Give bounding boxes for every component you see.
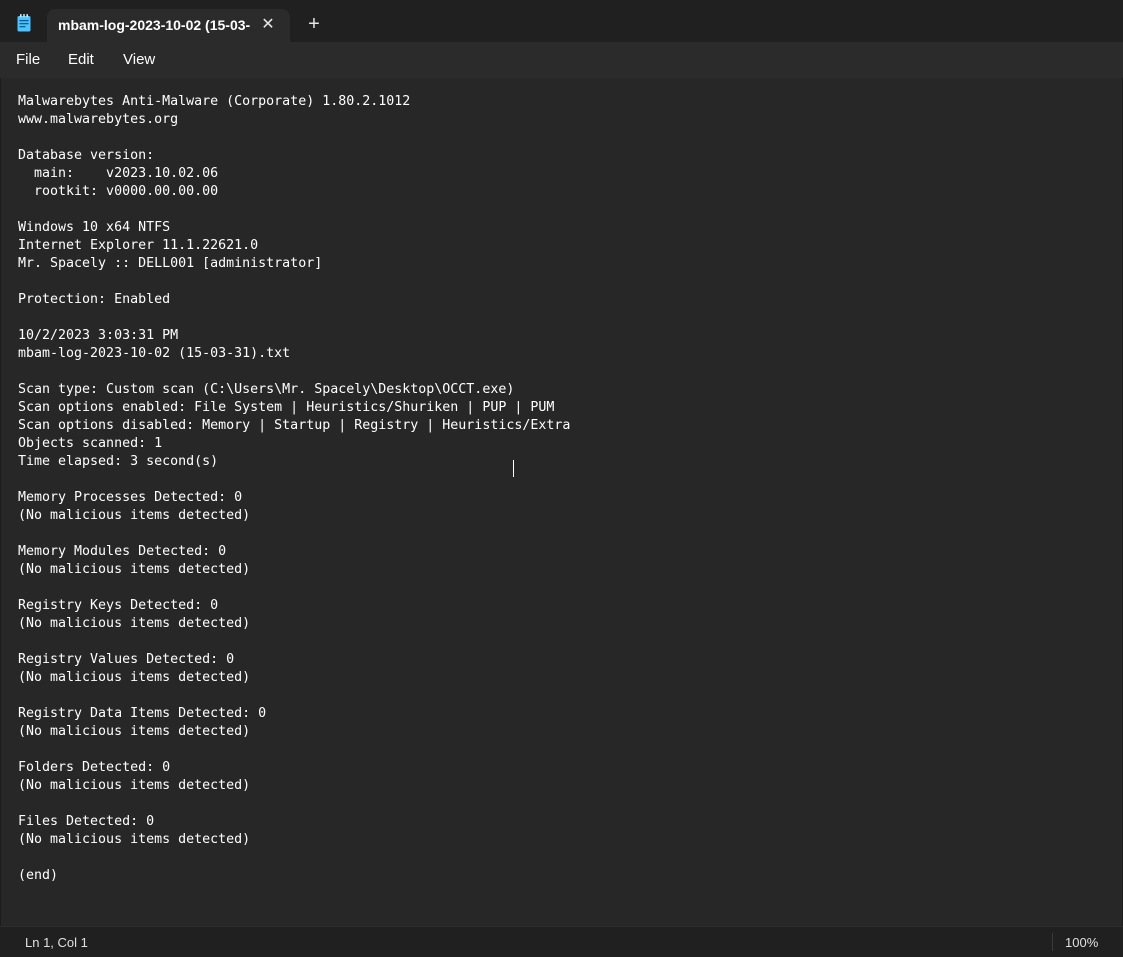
- status-bar: Ln 1, Col 1 100%: [0, 926, 1123, 957]
- text-caret: [513, 460, 514, 477]
- menu-view[interactable]: View: [123, 51, 155, 68]
- new-tab-button[interactable]: +: [304, 13, 324, 35]
- zoom-level[interactable]: 100%: [1065, 935, 1098, 950]
- menu-file[interactable]: File: [16, 51, 40, 68]
- notepad-icon: [17, 14, 31, 32]
- tab-document[interactable]: mbam-log-2023-10-02 (15-03-31).txt ✕: [47, 9, 290, 42]
- menu-bar: File Edit View: [0, 42, 1123, 78]
- menu-edit[interactable]: Edit: [68, 51, 94, 68]
- status-divider: [1052, 933, 1053, 951]
- close-tab-icon[interactable]: ✕: [259, 15, 277, 33]
- title-bar: mbam-log-2023-10-02 (15-03-31).txt ✕ +: [0, 0, 1123, 42]
- tab-title: mbam-log-2023-10-02 (15-03-31).txt: [58, 17, 250, 33]
- document-text[interactable]: Malwarebytes Anti-Malware (Corporate) 1.…: [18, 93, 570, 885]
- cursor-position: Ln 1, Col 1: [25, 935, 88, 950]
- text-editor[interactable]: Malwarebytes Anti-Malware (Corporate) 1.…: [0, 78, 1123, 926]
